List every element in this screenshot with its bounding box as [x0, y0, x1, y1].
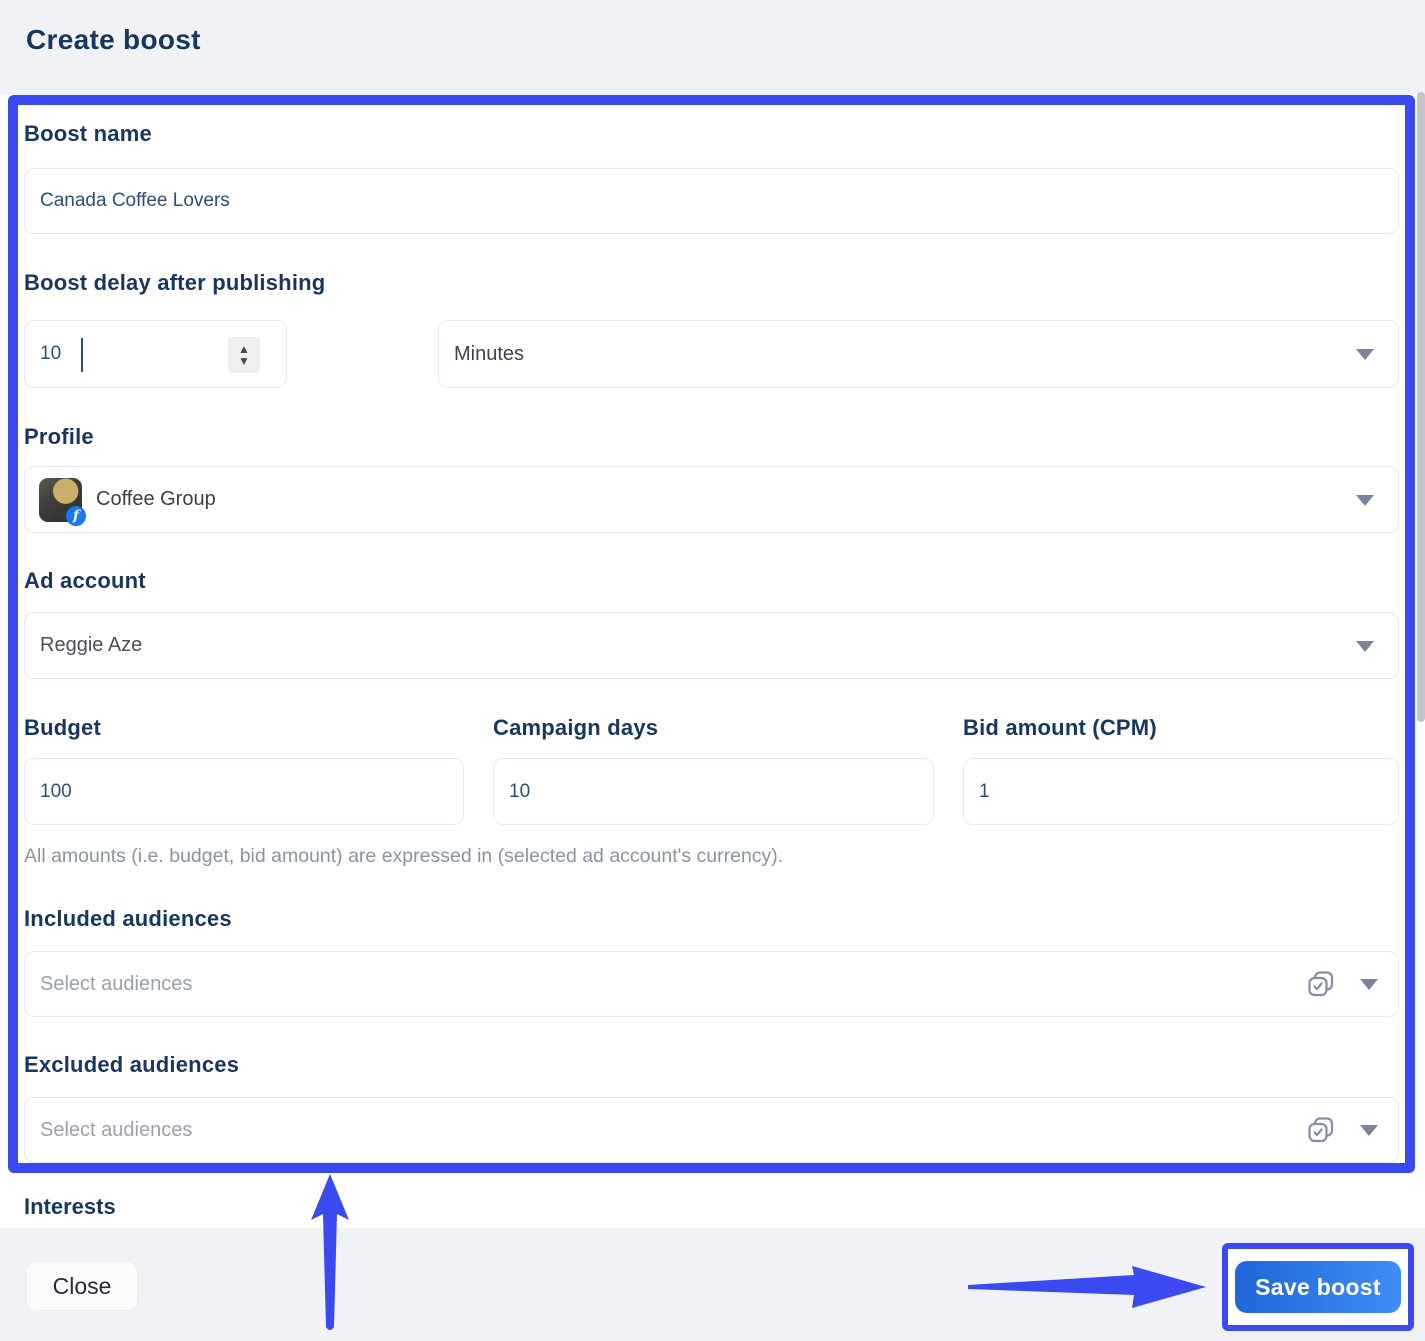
boost-delay-field-box: ▲ ▼: [24, 320, 287, 388]
ad-account-select[interactable]: Reggie Aze: [24, 612, 1399, 679]
boost-name-label: Boost name: [24, 121, 152, 147]
close-button[interactable]: Close: [26, 1261, 138, 1311]
chevron-down-icon[interactable]: [1360, 1125, 1378, 1136]
facebook-badge-icon: f: [66, 506, 86, 526]
save-button-highlight-annotation: Save boost: [1222, 1243, 1414, 1331]
included-audiences-select[interactable]: Select audiences: [24, 951, 1399, 1017]
select-all-audiences-icon[interactable]: [1308, 971, 1334, 997]
form-highlight-annotation: Boost name Boost delay after publishing …: [8, 95, 1415, 1173]
modal-footer: Close Save boost: [0, 1228, 1425, 1341]
boost-name-input[interactable]: [25, 169, 1398, 233]
page-title: Create boost: [26, 24, 201, 56]
profile-avatar: f: [39, 478, 82, 522]
stepper-up-icon[interactable]: ▲: [238, 344, 250, 354]
chevron-down-icon: [1356, 495, 1374, 506]
select-all-audiences-icon[interactable]: [1308, 1117, 1334, 1143]
scrollbar[interactable]: [1417, 92, 1425, 722]
campaign-days-input[interactable]: [494, 759, 933, 824]
annotation-arrow-up-icon: [303, 1172, 357, 1339]
text-caret: [81, 338, 83, 372]
profile-label: Profile: [24, 424, 94, 450]
boost-delay-label: Boost delay after publishing: [24, 270, 325, 296]
budget-field-box: [24, 758, 464, 825]
bid-amount-field-box: [963, 758, 1399, 825]
chevron-down-icon: [1356, 641, 1374, 652]
campaign-days-label: Campaign days: [493, 715, 658, 741]
included-audiences-label: Included audiences: [24, 906, 232, 932]
chevron-down-icon[interactable]: [1360, 979, 1378, 990]
bid-amount-input[interactable]: [964, 759, 1398, 824]
delay-unit-value: Minutes: [439, 343, 524, 366]
excluded-audiences-select[interactable]: Select audiences: [24, 1097, 1399, 1163]
interests-label: Interests: [24, 1194, 116, 1220]
modal-header: Create boost: [0, 0, 1425, 95]
ad-account-label: Ad account: [24, 568, 146, 594]
stepper-down-icon[interactable]: ▼: [238, 356, 250, 366]
campaign-days-field-box: [493, 758, 934, 825]
chevron-down-icon: [1356, 349, 1374, 360]
delay-unit-select[interactable]: Minutes: [438, 320, 1399, 388]
ad-account-value: Reggie Aze: [25, 634, 142, 657]
annotation-arrow-right-icon: [966, 1264, 1208, 1315]
save-boost-button[interactable]: Save boost: [1235, 1261, 1401, 1313]
budget-label: Budget: [24, 715, 101, 741]
profile-select[interactable]: f Coffee Group: [24, 466, 1399, 533]
budget-input[interactable]: [25, 759, 463, 824]
boost-name-field-box: [24, 168, 1399, 234]
number-stepper[interactable]: ▲ ▼: [228, 337, 260, 373]
bid-amount-label: Bid amount (CPM): [963, 715, 1157, 741]
included-audiences-placeholder: Select audiences: [25, 973, 192, 996]
excluded-audiences-placeholder: Select audiences: [25, 1119, 192, 1142]
profile-value: Coffee Group: [96, 488, 216, 511]
excluded-audiences-label: Excluded audiences: [24, 1052, 239, 1078]
currency-note: All amounts (i.e. budget, bid amount) ar…: [24, 845, 783, 868]
